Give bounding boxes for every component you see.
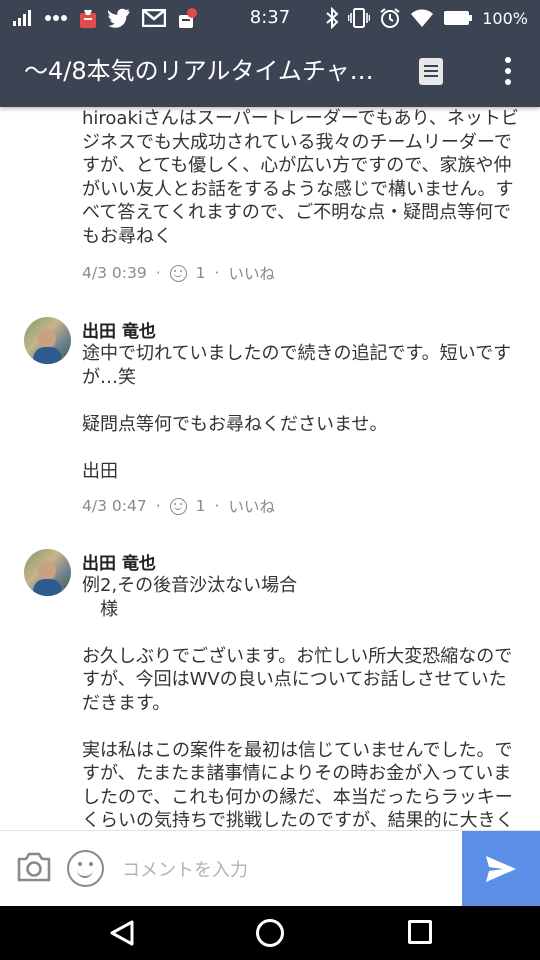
app-header: 〜4/8本気のリアルタイムチャレンジ (0, 36, 540, 107)
send-button[interactable] (462, 831, 540, 907)
emoji-icon[interactable] (67, 850, 104, 887)
separator-dot: · (155, 497, 161, 515)
avatar[interactable] (24, 317, 71, 364)
home-icon[interactable] (256, 919, 284, 947)
comment-time: 4/3 0:39 (82, 264, 147, 282)
send-icon (486, 856, 516, 882)
separator-dot: · (155, 264, 161, 282)
recent-apps-icon[interactable] (408, 920, 432, 944)
comment-meta: 4/3 0:39 · 1 · いいね (82, 262, 275, 284)
vibrate-icon (348, 8, 371, 28)
system-nav-bar (0, 906, 540, 960)
comment-author[interactable]: 出田 竜也 (82, 317, 156, 342)
camera-icon[interactable] (16, 851, 52, 883)
like-button[interactable]: いいね (228, 262, 275, 284)
wifi-icon (410, 8, 434, 28)
reaction-count: 1 (195, 264, 206, 282)
comment-input[interactable] (120, 849, 454, 891)
comment-meta: 4/3 0:47 · 1 · いいね (82, 495, 275, 517)
back-icon[interactable] (108, 919, 136, 947)
smiley-icon[interactable] (169, 264, 187, 282)
status-bar: 8:37 100% (0, 0, 540, 36)
page-title: 〜4/8本気のリアルタイムチャレンジ (24, 57, 384, 85)
status-icons-right: 100% (325, 0, 528, 36)
comment-list[interactable]: hiroakiさんはスーパートレーダーでもあり、ネットビジネスでも大成功されてい… (0, 107, 540, 830)
separator-dot: · (214, 264, 220, 282)
bluetooth-icon (325, 7, 339, 29)
reaction-count: 1 (195, 497, 206, 515)
smiley-icon[interactable] (169, 497, 187, 515)
comment-text: 例2,その後音沙汰ない場合 様 お久しぶりでございます。お忙しい所大変恐縮なので… (82, 575, 514, 830)
like-button[interactable]: いいね (228, 495, 275, 517)
comment-text: 途中で切れていましたので続きの追記です。短いですが…笑 疑問点等何でもお尋ねくだ… (82, 343, 512, 482)
comment-text: hiroakiさんはスーパートレーダーでもあり、ネットビジネスでも大成功されてい… (82, 108, 519, 247)
battery-level: 100% (482, 8, 528, 28)
document-icon[interactable] (419, 58, 443, 85)
comment-time: 4/3 0:47 (82, 497, 147, 515)
comment-author[interactable]: 出田 竜也 (82, 549, 156, 574)
avatar[interactable] (24, 549, 71, 596)
comment-input-bar (0, 830, 540, 907)
battery-icon (443, 10, 473, 26)
more-options-icon[interactable] (496, 56, 520, 86)
alarm-icon (379, 7, 401, 29)
separator-dot: · (214, 497, 220, 515)
